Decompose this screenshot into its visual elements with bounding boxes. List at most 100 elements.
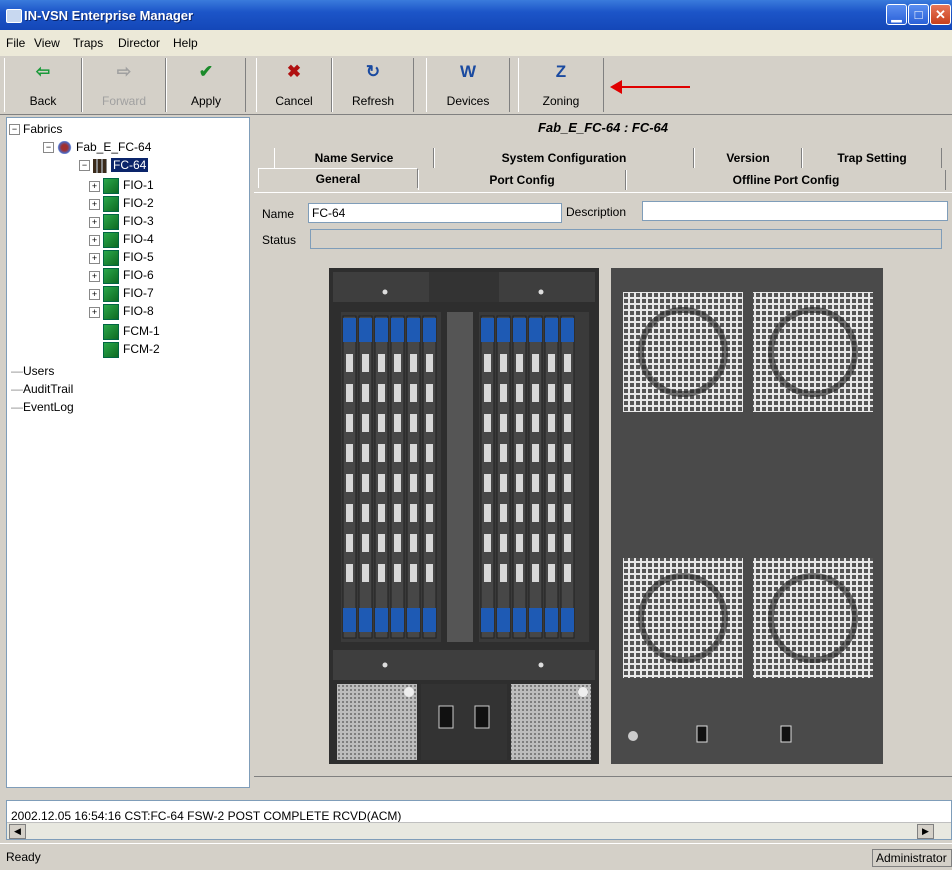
tree-label: FIO-1 [123, 178, 154, 193]
expand-icon[interactable]: + [89, 270, 100, 282]
tree-node-module[interactable]: FCM-1 [103, 324, 160, 340]
close-button[interactable]: ✕ [930, 4, 951, 25]
tree-label: EventLog [23, 400, 74, 414]
port-icon [394, 534, 401, 552]
tab-offline-port-config[interactable]: Offline Port Config [626, 170, 946, 190]
port-icon [410, 414, 417, 432]
tree-label-selected: FC-64 [111, 158, 149, 172]
port-icon [362, 474, 369, 492]
menu-traps[interactable]: Traps [73, 36, 103, 50]
port-icon [394, 354, 401, 372]
forward-button[interactable]: ⇨ Forward [82, 58, 166, 112]
tab-name-service[interactable]: Name Service [274, 148, 434, 168]
collapse-icon[interactable]: − [79, 160, 90, 172]
module-icon [103, 196, 119, 212]
menu-help[interactable]: Help [173, 36, 198, 50]
port-icon [516, 444, 523, 462]
menu-director[interactable]: Director [118, 36, 160, 50]
status-field [310, 229, 942, 249]
power-switch-icon[interactable] [696, 725, 708, 743]
tree-node-module[interactable]: + FIO-3 [89, 214, 154, 230]
collapse-icon[interactable]: − [9, 124, 20, 136]
back-button[interactable]: ⇦ Back [4, 58, 82, 112]
zoning-label: Zoning [542, 94, 580, 108]
maximize-button[interactable]: □ [908, 4, 929, 25]
name-field[interactable]: FC-64 [308, 203, 562, 223]
status-bar: Ready Administrator [0, 843, 952, 870]
expand-icon[interactable]: + [89, 252, 100, 264]
tree-node-switch[interactable]: − FC-64 [79, 158, 149, 173]
port-icon [410, 354, 417, 372]
description-field[interactable] [642, 201, 948, 221]
ejector-lever [407, 608, 420, 632]
devices-button[interactable]: W Devices [426, 58, 510, 112]
power-switch-icon[interactable] [780, 725, 792, 743]
tab-general[interactable]: General [258, 168, 418, 188]
scroll-left-icon[interactable]: ◀ [9, 824, 26, 839]
tree-node-module[interactable]: + FIO-7 [89, 286, 154, 302]
port-icon [532, 504, 539, 522]
tree-node-module[interactable]: + FIO-5 [89, 250, 154, 266]
ejector-lever [375, 608, 388, 632]
port-icon [410, 474, 417, 492]
port-icon [362, 354, 369, 372]
menu-view[interactable]: View [34, 36, 60, 50]
tree-node-eventlog[interactable]: —EventLog [11, 400, 74, 414]
expand-icon[interactable]: + [89, 306, 100, 318]
menu-file[interactable]: File [6, 36, 25, 50]
x-icon: ✖ [286, 62, 302, 81]
collapse-icon[interactable]: − [43, 142, 54, 154]
ejector-lever [481, 318, 494, 342]
tab-trap-setting[interactable]: Trap Setting [802, 148, 942, 168]
cancel-button[interactable]: ✖ Cancel [256, 58, 332, 112]
event-log-pane[interactable]: 2002.12.05 16:54:16 CST:FC-64 FSW-2 POST… [6, 800, 952, 840]
port-icon [532, 384, 539, 402]
port-icon [532, 444, 539, 462]
expand-icon[interactable]: + [89, 198, 100, 210]
expand-icon[interactable]: + [89, 180, 100, 192]
chassis-image[interactable] [329, 268, 885, 764]
port-icon [516, 354, 523, 372]
tree-node-fabric[interactable]: − Fab_E_FC-64 [43, 140, 151, 155]
port-icon [564, 504, 571, 522]
tree-node-module[interactable]: FCM-2 [103, 342, 160, 358]
port-icon [426, 384, 433, 402]
port-icon [564, 384, 571, 402]
port-icon [346, 564, 353, 582]
ejector-lever [423, 318, 436, 342]
port-icon [378, 384, 385, 402]
expand-icon[interactable]: + [89, 288, 100, 300]
tree-node-module[interactable]: + FIO-4 [89, 232, 154, 248]
navigation-tree[interactable]: − Fabrics − Fab_E_FC-64 − FC-64 + FIO-1 + FIO… [6, 117, 250, 788]
log-message: 2002.12.05 16:54:16 CST:FC-64 FSW-2 POST… [11, 809, 402, 823]
tree-node-module[interactable]: + FIO-2 [89, 196, 154, 212]
tree-node-module[interactable]: + FIO-6 [89, 268, 154, 284]
scroll-right-icon[interactable]: ▶ [917, 824, 934, 839]
expand-icon[interactable]: + [89, 216, 100, 228]
log-horizontal-scrollbar[interactable]: ◀ ▶ [7, 822, 951, 839]
port-icon [426, 444, 433, 462]
apply-button[interactable]: ✔ Apply [166, 58, 246, 112]
tree-label: AuditTrail [23, 382, 74, 396]
window-title: IN-VSN Enterprise Manager [24, 8, 194, 23]
status-text: Ready [6, 850, 41, 864]
expand-icon[interactable]: + [89, 234, 100, 246]
tree-node-users[interactable]: —Users [11, 364, 54, 378]
minimize-button[interactable]: ▁ [886, 4, 907, 25]
port-icon [346, 474, 353, 492]
zoning-button[interactable]: Z Zoning [518, 58, 604, 112]
description-label: Description [566, 205, 627, 219]
tree-node-fabrics[interactable]: − Fabrics [9, 122, 62, 136]
power-led-icon [628, 731, 638, 741]
module-icon [103, 214, 119, 230]
port-icon [426, 414, 433, 432]
tree-node-module[interactable]: + FIO-1 [89, 178, 154, 194]
tree-node-audittrail[interactable]: —AuditTrail [11, 382, 73, 396]
tab-system-configuration[interactable]: System Configuration [434, 148, 694, 168]
tab-version[interactable]: Version [694, 148, 802, 168]
refresh-button[interactable]: ↻ Refresh [332, 58, 414, 112]
tree-node-module[interactable]: + FIO-8 [89, 304, 154, 320]
module-icon [103, 342, 119, 358]
tab-port-config[interactable]: Port Config [418, 170, 626, 190]
port-icon [378, 564, 385, 582]
